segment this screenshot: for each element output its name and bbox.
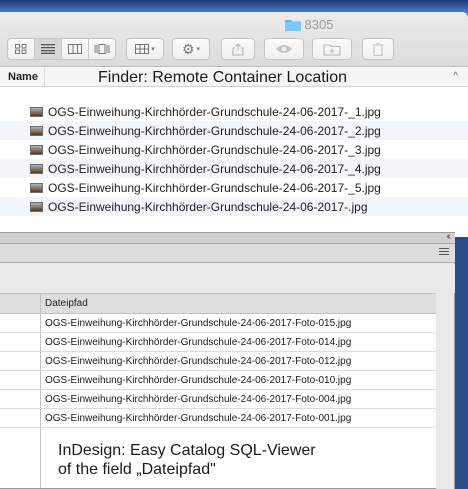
jpg-thumbnail-icon — [30, 182, 43, 193]
share-button[interactable] — [221, 38, 255, 60]
trash-button[interactable] — [362, 38, 394, 60]
panel-spacer — [0, 264, 455, 293]
eye-icon — [276, 45, 292, 53]
table-row[interactable]: OGS-Einweihung-Kirchhörder-Grundschule-2… — [0, 314, 437, 333]
table-header: Dateipfad — [0, 294, 437, 314]
row-cell-blank — [0, 371, 41, 389]
table-row[interactable]: OGS-Einweihung-Kirchhörder-Grundschule-2… — [0, 333, 437, 352]
dateipfad-cell: OGS-Einweihung-Kirchhörder-Grundschule-2… — [45, 337, 352, 348]
indesign-caption-line1: InDesign: Easy Catalog SQL-Viewer — [58, 442, 316, 459]
jpg-thumbnail-icon — [30, 106, 43, 117]
quick-look-button[interactable] — [264, 38, 304, 60]
view-mode-control — [7, 38, 116, 60]
row-cell-blank — [0, 409, 41, 427]
jpg-thumbnail-icon — [30, 125, 43, 136]
jpg-thumbnail-icon — [30, 163, 43, 174]
chevron-down-icon: ▾ — [151, 46, 155, 53]
folder-icon — [284, 18, 301, 31]
cover-flow-button[interactable] — [89, 39, 115, 59]
trash-icon — [372, 42, 384, 56]
icon-grid-icon — [15, 44, 27, 54]
row-cell-blank — [0, 390, 41, 408]
share-icon — [232, 42, 244, 56]
dateipfad-cell: OGS-Einweihung-Kirchhörder-Grundschule-2… — [45, 413, 352, 424]
indesign-caption: InDesign: Easy Catalog SQL-Viewer of the… — [58, 441, 316, 479]
new-folder-button[interactable] — [312, 38, 352, 60]
file-name: OGS-Einweihung-Kirchhörder-Grundschule-2… — [48, 123, 381, 138]
file-row[interactable]: OGS-Einweihung-Kirchhörder-Grundschule-2… — [0, 178, 468, 197]
collapse-panel-icon[interactable]: ‹‹ — [446, 231, 450, 242]
dateipfad-column-header[interactable]: Dateipfad — [41, 294, 437, 313]
table-row[interactable]: OGS-Einweihung-Kirchhörder-Grundschule-2… — [0, 352, 437, 371]
table-body: OGS-Einweihung-Kirchhörder-Grundschule-2… — [0, 314, 437, 428]
file-row[interactable]: OGS-Einweihung-Kirchhörder-Grundschule-2… — [0, 121, 468, 140]
indesign-sql-viewer-panel: ‹‹ Dateipfad OGS-Einweihung-Kirchhörder-… — [0, 231, 455, 489]
file-name: OGS-Einweihung-Kirchhörder-Grundschule-2… — [48, 199, 368, 214]
jpg-thumbnail-icon — [30, 201, 43, 212]
row-cell-blank — [0, 333, 41, 351]
list-view-button[interactable] — [35, 39, 62, 59]
finder-toolbar: 8305 ▾ ⚙ ▾ — [0, 12, 468, 67]
file-name: OGS-Einweihung-Kirchhörder-Grundschule-2… — [48, 142, 381, 157]
panel-right-margin — [436, 293, 454, 489]
columns-icon — [67, 44, 82, 54]
window-title: 8305 — [0, 16, 468, 32]
file-row[interactable]: OGS-Einweihung-Kirchhörder-Grundschule-2… — [0, 102, 468, 121]
dateipfad-cell: OGS-Einweihung-Kirchhörder-Grundschule-2… — [45, 356, 352, 367]
file-row[interactable]: OGS-Einweihung-Kirchhörder-Grundschule-2… — [0, 197, 468, 216]
column-header-blank — [0, 294, 41, 313]
table-row[interactable]: OGS-Einweihung-Kirchhörder-Grundschule-2… — [0, 390, 437, 409]
window-title-text: 8305 — [304, 16, 334, 32]
dateipfad-cell: OGS-Einweihung-Kirchhörder-Grundschule-2… — [45, 394, 352, 405]
column-view-button[interactable] — [62, 39, 89, 59]
panel-title-bar: ‹‹ — [0, 231, 455, 244]
cover-flow-icon — [94, 44, 110, 54]
gear-icon: ⚙ — [181, 40, 195, 57]
row-cell-blank — [0, 314, 41, 332]
file-row[interactable]: OGS-Einweihung-Kirchhörder-Grundschule-2… — [0, 140, 468, 159]
panel-tab-bar — [0, 244, 455, 263]
table-row[interactable]: OGS-Einweihung-Kirchhörder-Grundschule-2… — [0, 409, 437, 428]
table-row[interactable]: OGS-Einweihung-Kirchhörder-Grundschule-2… — [0, 371, 437, 390]
action-button[interactable]: ⚙ ▾ — [172, 38, 210, 60]
column-header-bar: Name Finder: Remote Container Location ^ — [0, 67, 468, 87]
panel-menu-icon[interactable] — [439, 248, 449, 257]
jpg-thumbnail-icon — [30, 144, 43, 155]
finder-caption: Finder: Remote Container Location — [98, 69, 348, 86]
indesign-caption-line2: of the field „Dateipfad" — [58, 461, 216, 478]
file-name: OGS-Einweihung-Kirchhörder-Grundschule-2… — [48, 180, 381, 195]
file-list: OGS-Einweihung-Kirchhörder-Grundschule-2… — [0, 102, 468, 216]
file-name: OGS-Einweihung-Kirchhörder-Grundschule-2… — [48, 104, 381, 119]
name-column-header[interactable]: Name — [0, 67, 45, 87]
finder-window: 8305 ▾ ⚙ ▾ Name Finder: Remote Container… — [0, 12, 468, 237]
arrange-button[interactable]: ▾ — [126, 38, 164, 60]
icon-view-button[interactable] — [8, 39, 36, 59]
arrange-grid-icon — [135, 44, 150, 54]
file-name: OGS-Einweihung-Kirchhörder-Grundschule-2… — [48, 161, 381, 176]
empty-cell-a — [0, 428, 41, 488]
chevron-down-icon: ▾ — [196, 46, 201, 53]
row-cell-blank — [0, 352, 41, 370]
dateipfad-cell: OGS-Einweihung-Kirchhörder-Grundschule-2… — [45, 375, 352, 386]
dateipfad-cell: OGS-Einweihung-Kirchhörder-Grundschule-2… — [45, 318, 352, 329]
file-row[interactable]: OGS-Einweihung-Kirchhörder-Grundschule-2… — [0, 159, 468, 178]
sort-ascending-icon[interactable]: ^ — [453, 71, 458, 82]
new-folder-icon — [323, 43, 341, 56]
list-icon — [41, 44, 56, 54]
